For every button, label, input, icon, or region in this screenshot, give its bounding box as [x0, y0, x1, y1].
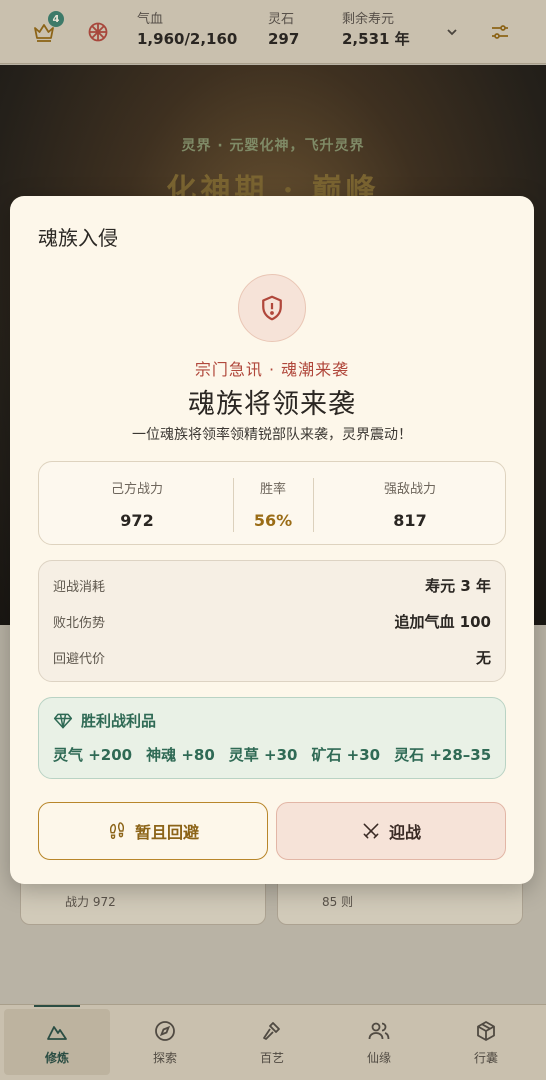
cost-row: 回避代价 无 — [53, 649, 491, 667]
stat-spirit-stone: 灵石 297 — [268, 12, 300, 48]
loot-item: 灵草 +30 — [228, 746, 298, 764]
loot-list: 灵气 +200 神魂 +80 灵草 +30 矿石 +30 灵石 +28–35 — [53, 744, 491, 765]
dialog-title: 魂族入侵 — [38, 226, 118, 250]
compass-icon — [155, 1020, 175, 1041]
loot-item: 矿石 +30 — [311, 746, 381, 764]
cost-row: 败北伤势 追加气血 100 — [53, 613, 491, 631]
loot-item: 灵气 +200 — [53, 746, 133, 764]
crossed-swords-icon — [363, 823, 379, 839]
fight-label: 迎战 — [388, 823, 421, 842]
crown-button[interactable]: 4 — [30, 11, 64, 46]
package-icon — [477, 1020, 495, 1041]
mountain-icon — [47, 1025, 67, 1040]
retreat-label: 暂且回避 — [134, 823, 199, 842]
cost-summary: 迎战消耗 寿元 3 年 败北伤势 追加气血 100 回避代价 无 — [38, 560, 506, 682]
expand-stats-button[interactable] — [438, 18, 466, 46]
nav-crafts[interactable]: 百艺 — [219, 1009, 325, 1075]
nav-cultivate[interactable]: 修炼 — [4, 1005, 110, 1075]
hammer-icon — [263, 1021, 280, 1040]
users-icon — [368, 1022, 390, 1039]
power-comparison: 己方战力 972 胜率 56% 强敌战力 817 — [38, 461, 506, 545]
settings-button[interactable] — [486, 18, 514, 46]
cost-row: 迎战消耗 寿元 3 年 — [53, 577, 491, 595]
stat-lifespan: 剩余寿元 2,531 年 — [342, 12, 410, 48]
realm-subtitle: 灵界 · 元婴化神，飞升灵界 — [181, 138, 365, 154]
nav-inventory[interactable]: 行囊 — [433, 1009, 539, 1075]
bottom-navigation: 修炼 探索 百艺 仙缘 行囊 — [0, 1004, 546, 1080]
loot-heading: 胜利战利品 — [53, 710, 156, 731]
nav-explore[interactable]: 探索 — [112, 1009, 218, 1075]
footprints-icon — [109, 822, 125, 839]
invasion-dialog: 魂族入侵 宗门急讯 · 魂潮来袭 魂族将领来袭 一位魂族将领率领精锐部队来袭，灵… — [10, 196, 534, 884]
alert-headline: 魂族将领来袭 — [188, 389, 356, 420]
alert-description: 一位魂族将领率领精锐部队来袭，灵界震动！ — [132, 427, 412, 443]
retreat-button[interactable]: 暂且回避 — [38, 802, 268, 860]
loot-item: 神魂 +80 — [146, 746, 215, 764]
win-rate: 胜率 56% — [253, 482, 293, 530]
top-status-bar: 4 气血 1,960/2,160 灵石 297 剩余寿元 2,531 年 — [0, 0, 546, 64]
yinyang-button[interactable] — [84, 18, 112, 46]
shield-alert-icon — [262, 295, 282, 321]
fight-button[interactable]: 迎战 — [276, 802, 506, 860]
gem-icon — [53, 713, 73, 728]
victory-loot: 胜利战利品 灵气 +200 神魂 +80 灵草 +30 矿石 +30 灵石 +2… — [38, 697, 506, 779]
taiji-icon — [88, 22, 108, 42]
chevron-down-icon — [447, 29, 457, 36]
sliders-icon — [492, 25, 508, 39]
stat-hp: 气血 1,960/2,160 — [137, 12, 238, 48]
notification-badge: 4 — [48, 11, 64, 27]
alert-kicker: 宗门急讯 · 魂潮来袭 — [194, 360, 350, 379]
own-power: 己方战力 972 — [110, 482, 163, 530]
nav-relations[interactable]: 仙缘 — [326, 1009, 432, 1075]
enemy-power: 强敌战力 817 — [383, 482, 436, 530]
loot-item: 灵石 +28–35 — [394, 746, 492, 764]
alert-emblem — [238, 274, 306, 342]
